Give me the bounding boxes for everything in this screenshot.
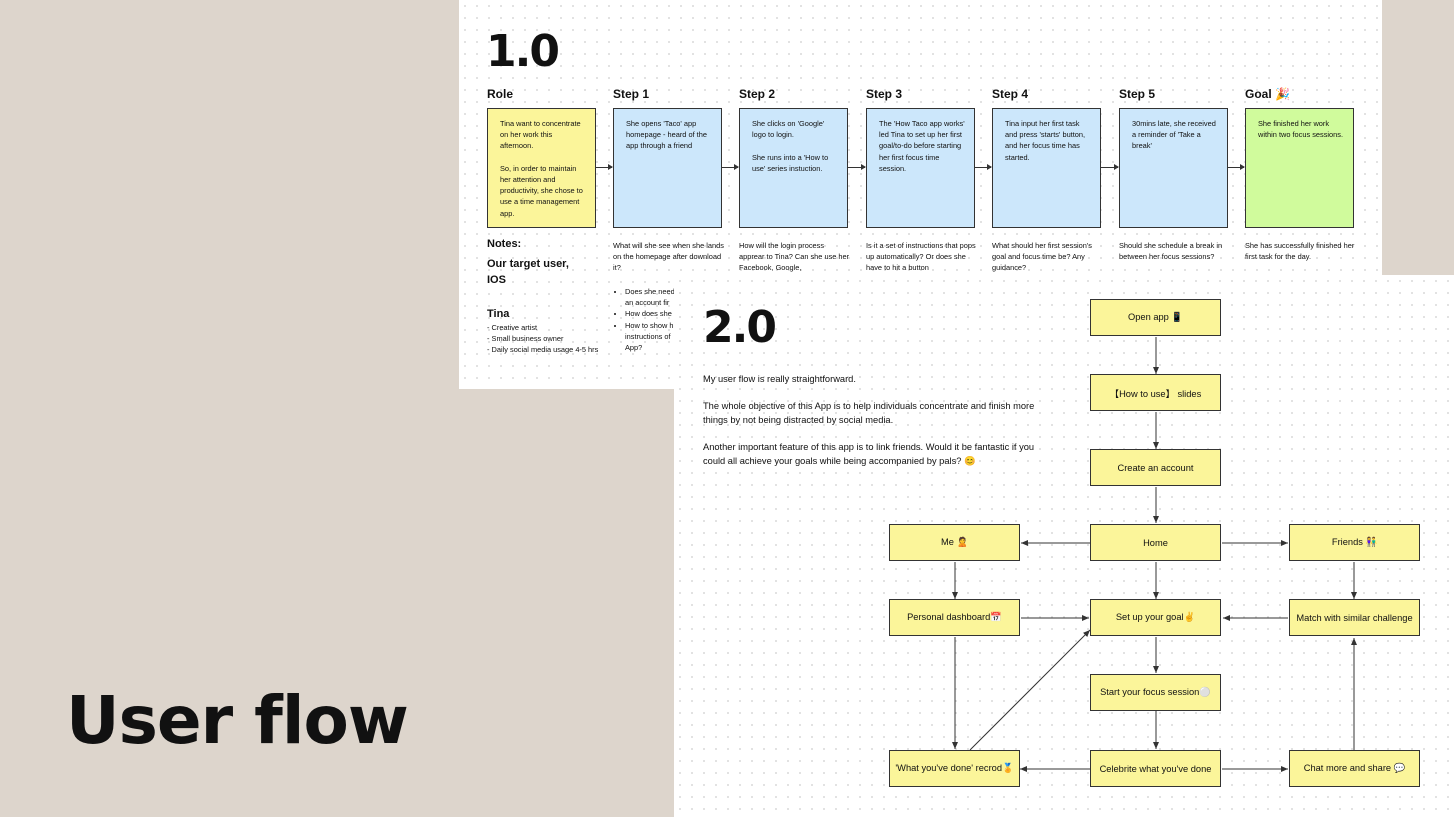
node-chat-share[interactable]: Chat more and share 💬: [1289, 750, 1420, 787]
node-match-challenge[interactable]: Match with similar challenge: [1289, 599, 1420, 636]
node-set-goal[interactable]: Set up your goal✌: [1090, 599, 1221, 636]
node-open-app[interactable]: Open app 📱: [1090, 299, 1221, 336]
page-title: User flow: [66, 682, 409, 759]
node-personal-dashboard[interactable]: Personal dashboard📅: [889, 599, 1020, 636]
node-create-account[interactable]: Create an account: [1090, 449, 1221, 486]
node-home[interactable]: Home: [1090, 524, 1221, 561]
node-me[interactable]: Me 🙎: [889, 524, 1020, 561]
node-focus-session[interactable]: Start your focus session⚪: [1090, 674, 1221, 711]
connector: [969, 629, 1091, 751]
node-how-to-use[interactable]: 【How to use】 slides: [1090, 374, 1221, 411]
node-celebrate[interactable]: Celebrite what you've done: [1090, 750, 1221, 787]
node-friends[interactable]: Friends 👫: [1289, 524, 1420, 561]
node-done-record[interactable]: 'What you've done' recrod🏅: [889, 750, 1020, 787]
